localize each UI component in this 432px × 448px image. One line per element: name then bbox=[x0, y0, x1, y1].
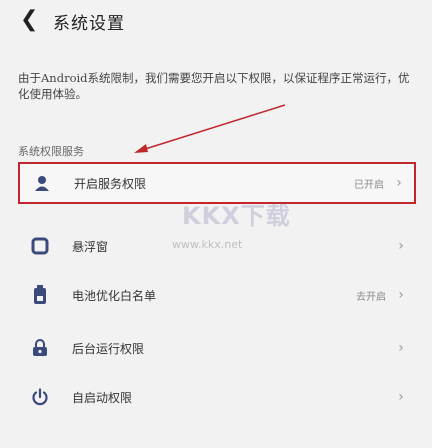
row-battery-whitelist[interactable]: 电池优化白名单 去开启 › bbox=[18, 274, 416, 316]
person-icon bbox=[32, 173, 52, 193]
chevron-right-icon: › bbox=[396, 175, 402, 191]
annotation-arrow-icon bbox=[134, 104, 286, 153]
row-label: 后台运行权限 bbox=[72, 341, 145, 356]
permission-description: 由于Android系统限制，我们需要您开启以下权限，以保证程序正常运行，优化使用… bbox=[18, 71, 410, 101]
battery-icon bbox=[30, 285, 50, 305]
section-label: 系统权限服务 bbox=[18, 145, 84, 158]
chevron-right-icon: › bbox=[398, 340, 404, 356]
row-label: 自启动权限 bbox=[72, 390, 133, 405]
row-label: 悬浮窗 bbox=[72, 239, 109, 254]
header: ❮ 系统设置 bbox=[0, 0, 432, 44]
lock-icon bbox=[30, 338, 50, 358]
row-label: 电池优化白名单 bbox=[72, 288, 157, 303]
page-title: 系统设置 bbox=[53, 14, 125, 34]
row-auto-start[interactable]: 自启动权限 › bbox=[18, 376, 416, 418]
row-background-run[interactable]: 后台运行权限 › bbox=[18, 327, 416, 369]
back-arrow-icon[interactable]: ❮ bbox=[20, 8, 40, 32]
row-value: 已开启 bbox=[354, 179, 384, 191]
row-value: 去开启 bbox=[356, 291, 386, 303]
row-floating-window[interactable]: 悬浮窗 › bbox=[18, 225, 416, 267]
power-icon bbox=[30, 387, 50, 407]
chevron-right-icon: › bbox=[398, 389, 404, 405]
square-icon bbox=[30, 236, 50, 256]
chevron-right-icon: › bbox=[398, 238, 404, 254]
chevron-right-icon: › bbox=[398, 287, 404, 303]
row-label: 开启服务权限 bbox=[74, 176, 147, 191]
